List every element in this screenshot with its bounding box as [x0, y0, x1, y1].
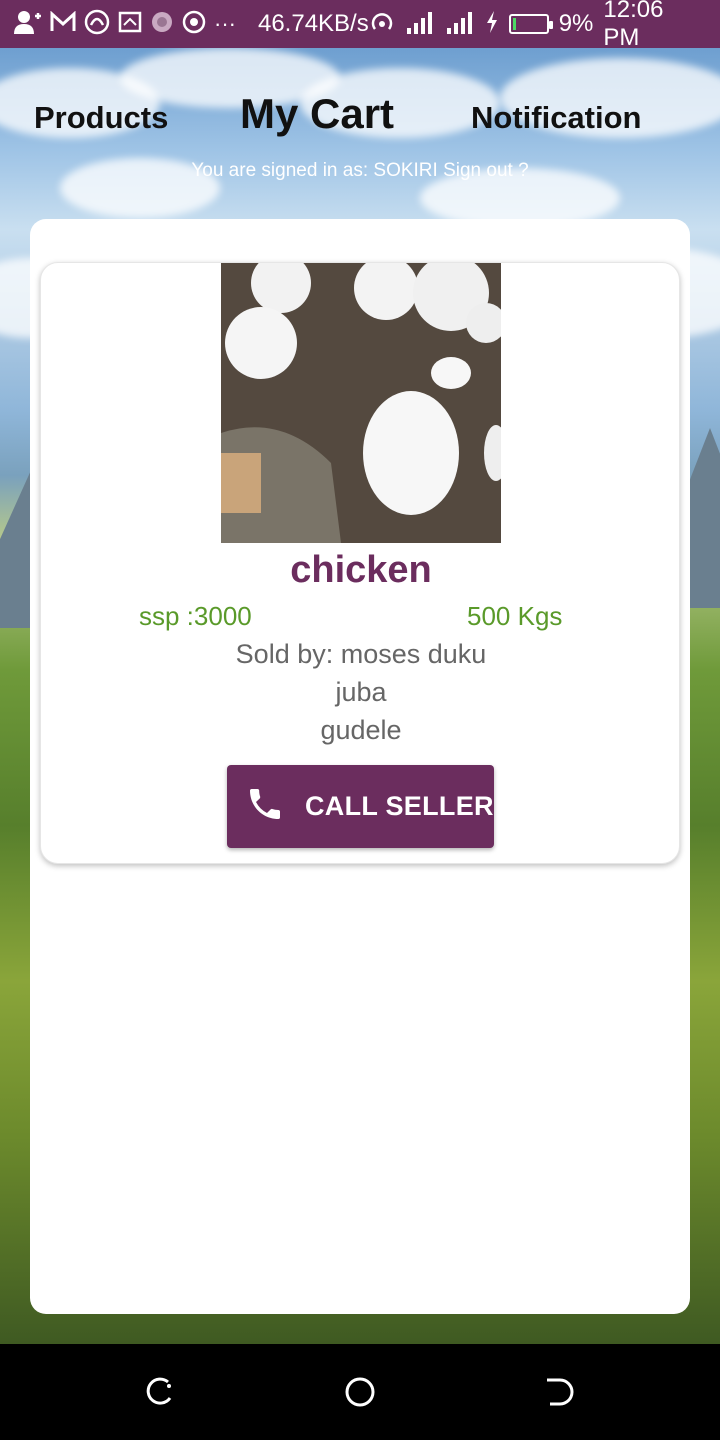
net-speed: 46.74KB/s: [257, 10, 369, 37]
home-icon[interactable]: [342, 1374, 378, 1410]
add-user-icon: [14, 10, 42, 38]
app-logo-icon: [84, 9, 110, 39]
call-seller-button[interactable]: CALL SELLER: [227, 765, 494, 848]
tab-my-cart[interactable]: My Cart: [240, 90, 394, 138]
record-icon: [182, 10, 206, 38]
clock: 12:06 PM: [603, 0, 664, 51]
recent-apps-icon[interactable]: [142, 1374, 178, 1410]
signal-icon: [405, 10, 435, 38]
product-price: ssp :3000: [139, 601, 252, 631]
username: SOKIRI: [373, 160, 438, 181]
hotspot-icon: [369, 9, 395, 39]
signed-in-status: You are signed in as: SOKIRI Sign out ?: [0, 160, 720, 182]
signed-in-prefix: You are signed in as:: [191, 160, 369, 181]
tab-products[interactable]: Products: [34, 100, 168, 136]
signal-roaming-icon: [445, 10, 475, 38]
back-icon[interactable]: [542, 1374, 578, 1410]
seller-city: juba: [335, 677, 387, 707]
seller-area: gudele: [320, 715, 402, 745]
seller-name: Sold by: moses duku: [235, 639, 487, 669]
call-seller-label: CALL SELLER: [305, 791, 494, 821]
product-name: chicken: [290, 549, 432, 591]
system-nav-bar: [0, 1344, 720, 1440]
phone-icon: [245, 784, 285, 829]
charging-icon: [485, 11, 499, 37]
product-quantity: 500 Kgs: [467, 601, 563, 631]
gmail-icon: [50, 10, 76, 37]
more-dots-icon: ···: [214, 11, 236, 36]
cart-panel: chicken ssp :3000 500 Kgs Sold by: moses…: [30, 219, 690, 1314]
tab-notification[interactable]: Notification: [471, 100, 642, 136]
battery-icon: [508, 14, 553, 34]
product-image: [221, 263, 501, 543]
app-badge-icon: [150, 10, 174, 38]
status-bar: ··· 46.74KB/s 9% 12:06 PM: [0, 0, 720, 51]
screenshot-icon: [118, 11, 142, 37]
cart-item-card: chicken ssp :3000 500 Kgs Sold by: moses…: [40, 262, 680, 864]
sign-out-link[interactable]: Sign out ?: [443, 160, 529, 181]
battery-percent: 9%: [558, 10, 594, 37]
